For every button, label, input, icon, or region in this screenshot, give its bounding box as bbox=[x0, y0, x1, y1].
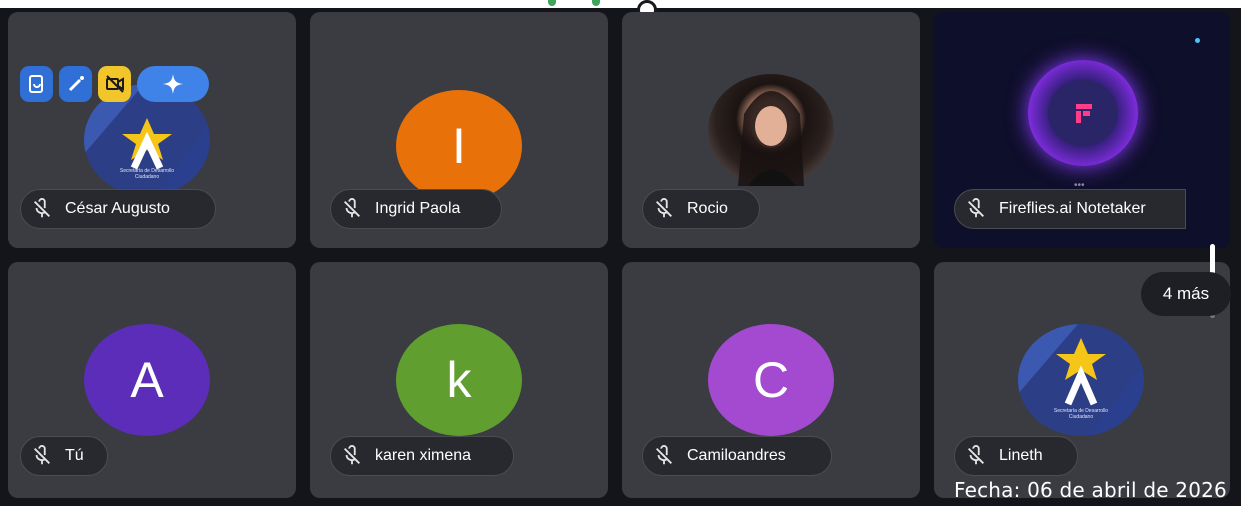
participant-name-chip[interactable]: Camiloandres bbox=[642, 436, 832, 476]
participant-name: Fireflies.ai Notetaker bbox=[999, 200, 1146, 217]
participant-name: karen ximena bbox=[375, 447, 472, 464]
transcript-icon[interactable] bbox=[20, 66, 53, 102]
participant-name-chip[interactable]: Rocio bbox=[642, 189, 760, 229]
participant-name-chip[interactable]: Lineth bbox=[954, 436, 1078, 476]
participant-name: Tú bbox=[65, 447, 84, 464]
participant-tile-cesar[interactable]: Secretaría de Desarrollo Ciudadano César … bbox=[8, 12, 296, 248]
mic-off-icon bbox=[968, 445, 984, 465]
avatar: A bbox=[84, 324, 210, 436]
participant-tile-ingrid[interactable]: I Ingrid Paola bbox=[310, 12, 608, 248]
avatar: k bbox=[396, 324, 522, 436]
participant-name-chip[interactable]: Tú bbox=[20, 436, 108, 476]
mic-off-icon bbox=[34, 445, 50, 465]
participant-name-chip[interactable]: Fireflies.ai Notetaker bbox=[954, 189, 1186, 229]
participant-tile-camilo[interactable]: C Camiloandres bbox=[622, 262, 920, 498]
avatar: C bbox=[708, 324, 834, 436]
participant-name-chip[interactable]: César Augusto bbox=[20, 189, 216, 229]
participant-tile-karen[interactable]: k karen ximena bbox=[310, 262, 608, 498]
gemini-sparkle-icon[interactable] bbox=[137, 66, 209, 102]
avatar: I bbox=[396, 90, 522, 202]
logo-caption: Secretaría de Desarrollo Ciudadano bbox=[1053, 408, 1109, 420]
participant-name: Lineth bbox=[999, 447, 1043, 464]
avatar: Secretaría de Desarrollo Ciudadano bbox=[1018, 324, 1144, 436]
mic-off-icon bbox=[344, 445, 360, 465]
participant-name: Camiloandres bbox=[687, 447, 786, 464]
participant-name: César Augusto bbox=[65, 200, 170, 217]
fireflies-logo-icon bbox=[1048, 80, 1118, 146]
overlay-toolbar bbox=[20, 66, 209, 102]
mic-off-icon bbox=[656, 198, 672, 218]
profile-photo bbox=[708, 74, 834, 186]
date-stamp: Fecha: 06 de abril de 2026 bbox=[953, 478, 1227, 502]
more-participants-button[interactable]: 4 más bbox=[1141, 272, 1231, 316]
status-dot bbox=[1195, 38, 1200, 43]
indicator-dot bbox=[592, 0, 600, 6]
magic-wand-icon[interactable] bbox=[59, 66, 92, 102]
mic-off-icon bbox=[34, 198, 50, 218]
participant-tile-rocio[interactable]: Rocio bbox=[622, 12, 920, 248]
logo-caption: Secretaría de Desarrollo Ciudadano bbox=[119, 168, 175, 180]
mic-off-icon bbox=[344, 198, 360, 218]
participant-name: Rocio bbox=[687, 200, 728, 217]
mic-off-icon bbox=[656, 445, 672, 465]
participant-tile-tu[interactable]: A Tú bbox=[8, 262, 296, 498]
participant-name-chip[interactable]: Ingrid Paola bbox=[330, 189, 502, 229]
mic-off-icon bbox=[968, 198, 984, 218]
participant-name: Ingrid Paola bbox=[375, 200, 461, 217]
indicator-dot bbox=[548, 0, 556, 6]
no-video-icon[interactable] bbox=[98, 66, 131, 102]
participant-name-chip[interactable]: karen ximena bbox=[330, 436, 514, 476]
